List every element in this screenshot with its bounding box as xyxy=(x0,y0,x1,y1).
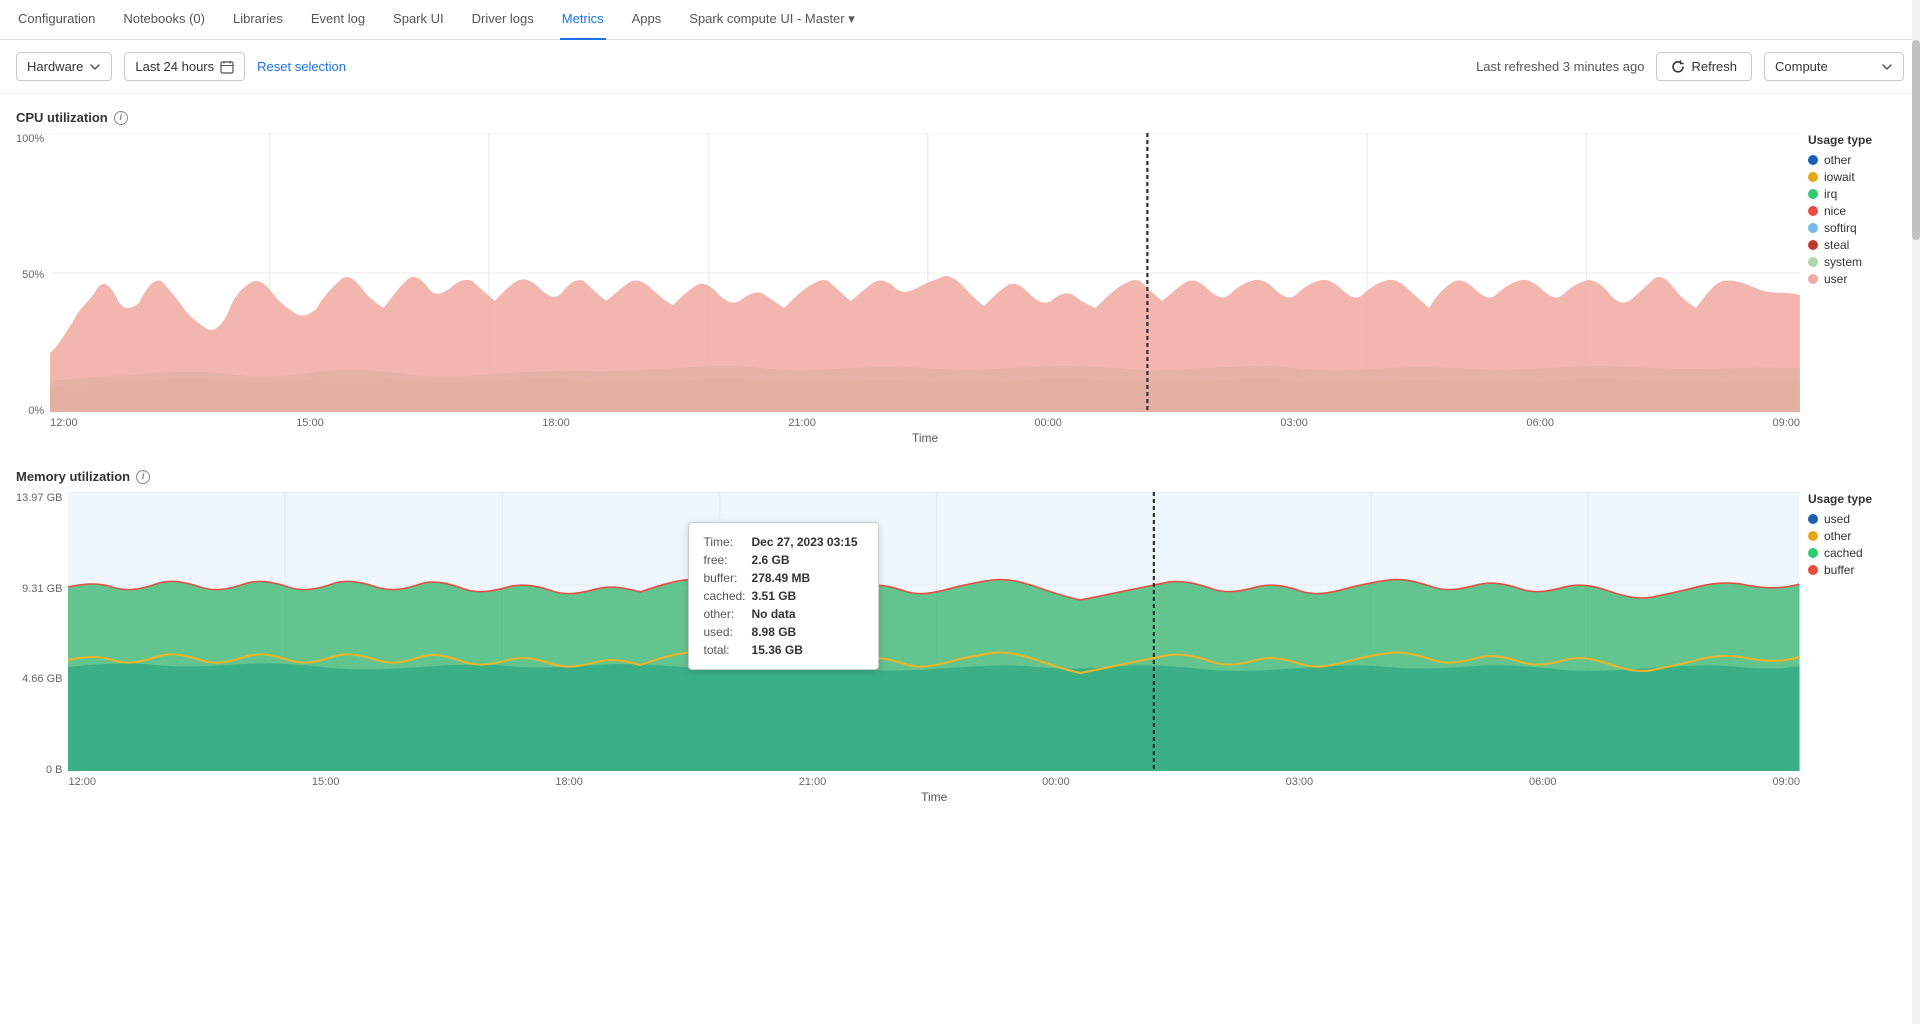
memory-chart-title: Memory utilization i xyxy=(16,469,1920,484)
legend-item-mem-other: other xyxy=(1808,529,1904,543)
legend-dot-mem-other xyxy=(1808,531,1818,541)
legend-dot-mem-cached xyxy=(1808,548,1818,558)
cpu-chart-svg xyxy=(50,133,1800,413)
legend-dot-mem-buffer xyxy=(1808,565,1818,575)
legend-item-user: user xyxy=(1808,272,1904,286)
legend-item-softirq: softirq xyxy=(1808,221,1904,235)
memory-chart-wrap: Time: Dec 27, 2023 03:15 free: 2.6 GB bu… xyxy=(68,492,1800,804)
legend-item-mem-cached: cached xyxy=(1808,546,1904,560)
cpu-chart-wrap: 12:00 15:00 18:00 21:00 00:00 03:00 06:0… xyxy=(50,133,1800,445)
legend-dot-user xyxy=(1808,274,1818,284)
legend-dot-nice xyxy=(1808,206,1818,216)
nav-configuration[interactable]: Configuration xyxy=(16,0,97,40)
legend-dot-steal xyxy=(1808,240,1818,250)
memory-x-title: Time xyxy=(68,790,1800,804)
scrollbar-track[interactable] xyxy=(1912,0,1920,1024)
legend-item-steal: steal xyxy=(1808,238,1904,252)
cpu-chart-container: 100% 50% 0% xyxy=(0,133,1920,445)
nav-sparkcompute[interactable]: Spark compute UI - Master ▾ xyxy=(687,0,856,40)
nav-driverlogs[interactable]: Driver logs xyxy=(470,0,536,40)
memory-info-icon[interactable]: i xyxy=(136,470,150,484)
legend-item-mem-buffer: buffer xyxy=(1808,563,1904,577)
memory-chart-section: Memory utilization i 13.97 GB 9.31 GB 4.… xyxy=(0,469,1920,804)
legend-item-iowait: iowait xyxy=(1808,170,1904,184)
legend-item-nice: nice xyxy=(1808,204,1904,218)
legend-item-irq: irq xyxy=(1808,187,1904,201)
chevron-down-icon xyxy=(89,61,101,73)
cpu-info-icon[interactable]: i xyxy=(114,111,128,125)
refresh-button[interactable]: Refresh xyxy=(1656,52,1752,81)
legend-dot-other xyxy=(1808,155,1818,165)
cpu-x-title: Time xyxy=(50,431,1800,445)
time-range-select[interactable]: Last 24 hours xyxy=(124,52,245,81)
nav-sparkui[interactable]: Spark UI xyxy=(391,0,446,40)
memory-x-labels: 12:00 15:00 18:00 21:00 00:00 03:00 06:0… xyxy=(68,772,1800,788)
cpu-x-labels: 12:00 15:00 18:00 21:00 00:00 03:00 06:0… xyxy=(50,413,1800,429)
legend-dot-mem-used xyxy=(1808,514,1818,524)
nav-metrics[interactable]: Metrics xyxy=(560,0,606,40)
cpu-chart-section: CPU utilization i 100% 50% 0% xyxy=(0,110,1920,445)
charts-area: CPU utilization i 100% 50% 0% xyxy=(0,94,1920,804)
memory-chart-container: 13.97 GB 9.31 GB 4.66 GB 0 B xyxy=(0,492,1920,804)
refresh-icon xyxy=(1671,60,1685,74)
nav-bar: Configuration Notebooks (0) Libraries Ev… xyxy=(0,0,1920,40)
last-refresh-text: Last refreshed 3 minutes ago xyxy=(1476,59,1644,74)
calendar-icon xyxy=(220,60,234,74)
reset-selection-link[interactable]: Reset selection xyxy=(257,59,346,74)
legend-dot-iowait xyxy=(1808,172,1818,182)
cpu-chart-title: CPU utilization i xyxy=(16,110,1920,125)
memory-legend: Usage type used other cached buffer xyxy=(1800,492,1920,804)
compute-select[interactable]: Compute xyxy=(1764,52,1904,81)
toolbar: Hardware Last 24 hours Reset selection L… xyxy=(0,40,1920,94)
nav-apps[interactable]: Apps xyxy=(630,0,664,40)
nav-libraries[interactable]: Libraries xyxy=(231,0,285,40)
chevron-down-icon-2 xyxy=(1881,61,1893,73)
legend-item-other: other xyxy=(1808,153,1904,167)
legend-dot-softirq xyxy=(1808,223,1818,233)
legend-dot-irq xyxy=(1808,189,1818,199)
scrollbar-thumb[interactable] xyxy=(1912,40,1920,240)
memory-chart-svg xyxy=(68,492,1800,772)
nav-notebooks[interactable]: Notebooks (0) xyxy=(121,0,207,40)
cpu-y-labels: 100% 50% 0% xyxy=(0,133,50,445)
legend-item-mem-used: used xyxy=(1808,512,1904,526)
metric-type-select[interactable]: Hardware xyxy=(16,52,112,81)
legend-dot-system xyxy=(1808,257,1818,267)
cpu-legend: Usage type other iowait irq nice xyxy=(1800,133,1920,445)
nav-eventlog[interactable]: Event log xyxy=(309,0,367,40)
memory-y-labels: 13.97 GB 9.31 GB 4.66 GB 0 B xyxy=(0,492,68,804)
legend-item-system: system xyxy=(1808,255,1904,269)
